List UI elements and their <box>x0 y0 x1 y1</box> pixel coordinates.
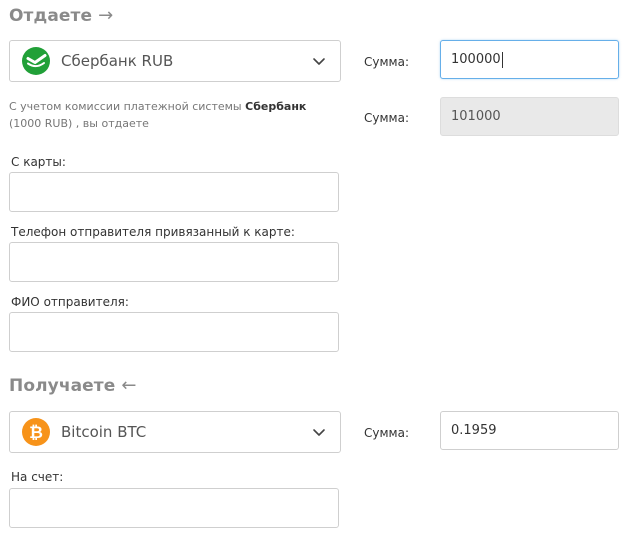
account-input[interactable] <box>9 488 339 528</box>
receive-sum-input[interactable]: 0.1959 <box>440 411 619 450</box>
give-sum-input[interactable]: 100000 <box>440 40 619 79</box>
give-total-field: 101000 <box>440 97 619 136</box>
exchange-form: Отдаете → Сбербанк RUB Сумма: 100000 С у… <box>0 0 630 539</box>
bitcoin-icon: ₿ <box>21 417 51 447</box>
give-title-text: Отдаете <box>9 5 93 26</box>
text-caret <box>501 51 503 68</box>
commission-note: С учетом комиссии платежной системы Сбер… <box>9 98 339 132</box>
card-number-input[interactable] <box>9 172 339 212</box>
sender-name-input[interactable] <box>9 312 339 352</box>
card-field-label: С карты: <box>11 155 66 169</box>
note-prefix: С учетом комиссии платежной системы <box>9 100 246 113</box>
svg-text:₿: ₿ <box>29 423 43 443</box>
chevron-down-icon <box>313 429 325 436</box>
name-field-label: ФИО отправителя: <box>11 295 129 309</box>
give-sum-value: 100000 <box>451 52 501 67</box>
give-total-value: 101000 <box>451 109 501 124</box>
left-arrow-icon: ← <box>121 375 137 396</box>
receive-currency-label: Bitcoin BTC <box>61 423 147 441</box>
chevron-down-icon <box>313 58 325 65</box>
give-total-label: Сумма: <box>364 111 409 125</box>
receive-sum-label: Сумма: <box>364 426 409 440</box>
phone-field-label: Телефон отправителя привязанный к карте: <box>11 225 295 239</box>
give-currency-select[interactable]: Сбербанк RUB <box>9 40 341 82</box>
sender-phone-input[interactable] <box>9 242 339 282</box>
receive-currency-select[interactable]: ₿ Bitcoin BTC <box>9 411 341 453</box>
note-bank-name: Сбербанк <box>245 100 307 113</box>
receive-sum-value: 0.1959 <box>451 423 497 438</box>
give-sum-label: Сумма: <box>364 55 409 69</box>
note-suffix: (1000 RUB) , вы отдаете <box>9 117 149 130</box>
receive-title-text: Получаете <box>9 375 116 396</box>
sberbank-icon <box>21 46 51 76</box>
give-currency-label: Сбербанк RUB <box>61 52 174 70</box>
account-field-label: На счет: <box>11 470 64 484</box>
right-arrow-icon: → <box>98 5 114 26</box>
receive-section-title: Получаете ← <box>9 375 137 396</box>
give-section-title: Отдаете → <box>9 5 113 26</box>
